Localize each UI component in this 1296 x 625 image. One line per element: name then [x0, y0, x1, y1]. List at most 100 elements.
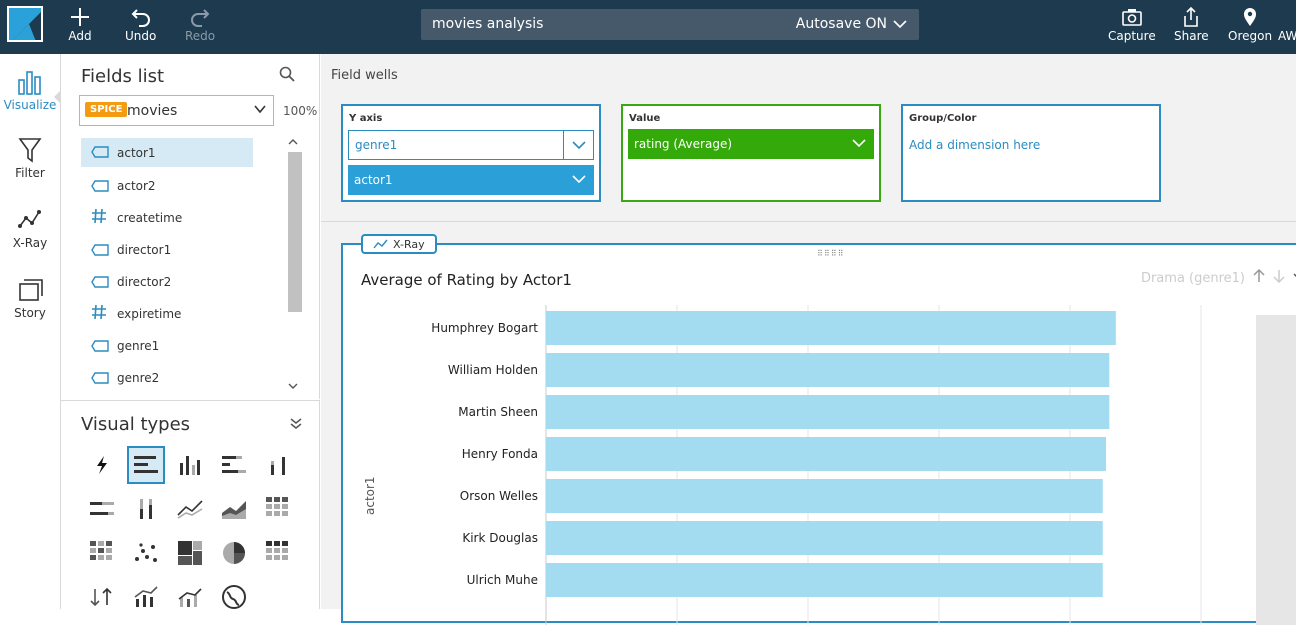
pie-chart-icon[interactable] [215, 534, 253, 572]
capture-button[interactable]: Capture [1108, 5, 1156, 43]
bar-ulrich-muhe[interactable] [546, 563, 1103, 597]
chevron-down-icon[interactable] [564, 165, 594, 193]
kpi-icon[interactable] [83, 578, 121, 616]
horizontal-bar-chart-icon[interactable] [127, 446, 165, 484]
dimension-tag-icon [91, 337, 117, 356]
field-item-genre2[interactable]: genre2 [81, 362, 286, 394]
category-label[interactable]: Kirk Douglas [462, 531, 538, 545]
bar-chart: Humphrey Bogart William Holden Martin Shee… [431, 305, 1202, 625]
analysis-name[interactable]: movies analysis [432, 16, 543, 32]
undo-label: Undo [125, 29, 157, 43]
field-item-director1[interactable]: director1 [81, 234, 286, 266]
field-item-director2[interactable]: director2 [81, 266, 286, 298]
scatter-plot-icon[interactable] [127, 534, 165, 572]
100-percent-bar-chart-icon[interactable] [83, 490, 121, 528]
category-label[interactable]: Humphrey Bogart [431, 321, 538, 335]
group-color-well[interactable]: Group/Color Add a dimension here [901, 104, 1161, 202]
field-item-label: director2 [117, 275, 172, 289]
geo-map-icon[interactable] [215, 578, 253, 616]
share-icon [1174, 5, 1209, 29]
divider [321, 221, 1296, 222]
bar-kirk-douglas[interactable] [546, 521, 1103, 555]
combo-chart-icon[interactable] [127, 578, 165, 616]
analysis-name-bar[interactable]: movies analysis Autosave ON [421, 9, 919, 40]
scroll-up-icon[interactable] [288, 138, 298, 149]
filter-icon [0, 136, 60, 166]
chevron-down-icon[interactable] [844, 129, 874, 157]
quicksight-logo[interactable] [7, 6, 43, 42]
line-chart-icon[interactable] [171, 490, 209, 528]
bar-humphrey-bogart[interactable] [546, 311, 1116, 345]
field-list-scrollbar[interactable] [285, 138, 302, 396]
xray-tag-label: X-Ray [393, 237, 425, 251]
area-chart-icon[interactable] [215, 490, 253, 528]
category-label[interactable]: Martin Sheen [458, 405, 538, 419]
scrollbar-thumb[interactable] [288, 152, 302, 312]
region-selector[interactable]: Oregon [1228, 5, 1272, 43]
chart-scroll-panel[interactable] [1256, 315, 1296, 625]
add-dimension-link[interactable]: Add a dimension here [909, 138, 1040, 152]
value-well[interactable]: Value rating (Average) [621, 104, 881, 202]
main-canvas: Field wells Y axis genre1 actor1 Value r… [321, 54, 1296, 625]
category-label[interactable]: Henry Fonda [462, 447, 538, 461]
y-axis-field-genre1[interactable]: genre1 [348, 130, 594, 160]
rail-visualize[interactable]: Visualize [0, 68, 61, 112]
group-color-well-label: Group/Color [909, 113, 977, 124]
stacked-column-chart-icon[interactable] [259, 446, 297, 484]
field-item-actor2[interactable]: actor2 [81, 170, 286, 202]
value-field-rating[interactable]: rating (Average) [628, 129, 874, 159]
y-axis-well-label: Y axis [349, 113, 383, 124]
autosave-label: Autosave ON [795, 16, 887, 32]
top-bar: Add Undo Redo movies analysis Autosave O… [0, 0, 1296, 54]
bar-martin-sheen[interactable] [546, 395, 1110, 429]
category-label[interactable]: Orson Welles [460, 489, 538, 503]
search-icon[interactable] [279, 66, 295, 86]
bar-orson-welles[interactable] [546, 479, 1103, 513]
field-item-actor1[interactable]: actor1 [81, 138, 253, 167]
chevron-down-icon[interactable] [563, 131, 593, 159]
add-label: Add [68, 29, 92, 43]
category-label[interactable]: Ulrich Muhe [467, 573, 538, 587]
bar-william-holden[interactable] [546, 353, 1110, 387]
field-item-expiretime[interactable]: expiretime [81, 298, 286, 330]
rail-filter[interactable]: Filter [0, 136, 60, 180]
redo-button[interactable]: Redo [185, 5, 215, 43]
add-button[interactable]: Add [68, 5, 92, 43]
visual-card[interactable]: X-Ray ⠿⠿⠿⠿ Average of Rating by Actor1 D… [341, 234, 1296, 625]
chevron-down-icon [893, 20, 907, 29]
autosave-toggle[interactable]: Autosave ON [796, 16, 907, 32]
account-menu[interactable]: AW [1278, 29, 1296, 43]
dataset-selector[interactable]: SPICE movies [79, 95, 274, 126]
stacked-bar-chart-icon[interactable] [215, 446, 253, 484]
undo-button[interactable]: Undo [125, 5, 156, 43]
drag-handle-icon[interactable]: ⠿⠿⠿⠿ [817, 249, 844, 258]
vertical-bar-chart-icon[interactable] [171, 446, 209, 484]
combo-bar-line-icon[interactable] [171, 578, 209, 616]
spice-badge: SPICE [85, 102, 128, 117]
category-label[interactable]: William Holden [448, 363, 538, 377]
autograph-visual-icon[interactable] [83, 446, 121, 484]
rail-xray[interactable]: X-Ray [0, 206, 60, 250]
drill-up-icon[interactable] [1253, 268, 1265, 287]
undo-icon [125, 5, 156, 29]
scroll-down-icon[interactable] [288, 382, 298, 393]
field-item-createtime[interactable]: createtime [81, 202, 286, 234]
y-axis-well[interactable]: Y axis genre1 actor1 [341, 104, 601, 202]
100-percent-column-chart-icon[interactable] [127, 490, 165, 528]
xray-tag[interactable]: X-Ray [361, 234, 437, 254]
drill-sort-controls: Drama (genre1) [1141, 268, 1296, 287]
y-axis-field-actor1[interactable]: actor1 [348, 165, 594, 195]
value-well-label: Value [629, 113, 661, 124]
share-button[interactable]: Share [1174, 5, 1209, 43]
rail-story[interactable]: Story [0, 276, 60, 320]
bar-henry-fonda[interactable] [546, 437, 1107, 471]
drill-down-icon[interactable] [1273, 269, 1285, 287]
field-item-genre1[interactable]: genre1 [81, 330, 286, 362]
collapse-chevron-icon[interactable] [289, 415, 303, 434]
table-icon[interactable] [259, 534, 297, 572]
heat-map-icon[interactable] [83, 534, 121, 572]
y-axis-field-genre1-label: genre1 [355, 138, 398, 152]
tree-map-icon[interactable] [171, 534, 209, 572]
pivot-table-icon[interactable] [259, 490, 297, 528]
region-label: Oregon [1228, 29, 1273, 43]
